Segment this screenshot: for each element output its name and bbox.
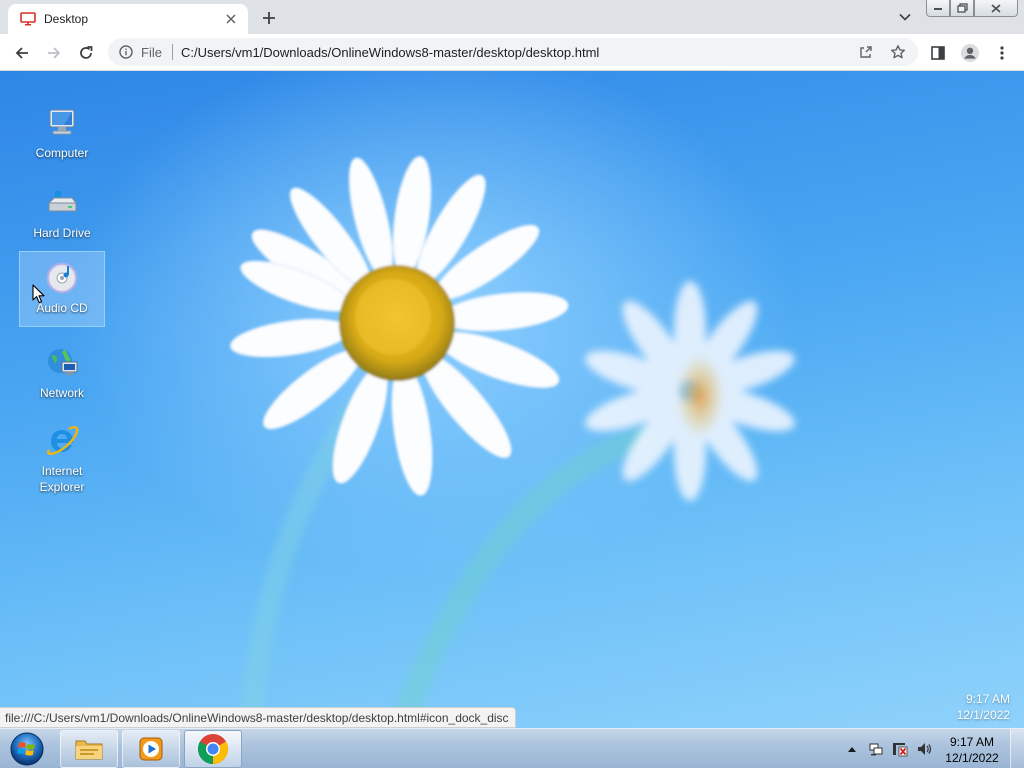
taskbar-file-explorer[interactable]: [60, 730, 118, 768]
show-hidden-icons-icon[interactable]: [840, 737, 864, 761]
scheme-label: File: [141, 44, 162, 60]
show-desktop-button[interactable]: [1010, 729, 1024, 768]
restore-button[interactable]: [950, 0, 974, 17]
desktop-clock: 9:17 AM 12/1/2022: [957, 691, 1010, 723]
system-tray: [840, 729, 936, 768]
tab-title: Desktop: [44, 12, 89, 26]
link-status-bubble: file:///C:/Users/vm1/Downloads/OnlineWin…: [0, 707, 516, 728]
internet-explorer-icon: [44, 423, 80, 459]
minimize-button[interactable]: [926, 0, 950, 17]
close-tab-icon[interactable]: [222, 10, 240, 28]
network-icon: [44, 345, 80, 381]
desktop-icon-hard-drive[interactable]: Hard Drive: [19, 181, 105, 257]
taskbar-clock[interactable]: 9:17 AM 12/1/2022: [936, 734, 1008, 766]
address-bar[interactable]: File C:/Users/vm1/Downloads/OnlineWindow…: [108, 38, 918, 66]
url-text[interactable]: C:/Users/vm1/Downloads/OnlineWindows8-ma…: [181, 45, 599, 60]
start-button[interactable]: [2, 730, 52, 768]
info-icon[interactable]: [119, 45, 133, 59]
network-disconnected-icon[interactable]: [888, 737, 912, 761]
taskbar-clock-date: 12/1/2022: [945, 751, 999, 765]
browser-toolbar: File C:/Users/vm1/Downloads/OnlineWindow…: [0, 34, 1024, 71]
audio-cd-icon: [44, 260, 80, 296]
tab-strip: Desktop: [0, 0, 1024, 34]
forward-icon[interactable]: [40, 39, 68, 67]
desktop-clock-time: 9:17 AM: [965, 692, 1010, 706]
chrome-icon: [197, 734, 229, 764]
desktop-icon-label: Hard Drive: [33, 226, 91, 240]
back-icon[interactable]: [8, 39, 36, 67]
profile-icon[interactable]: [956, 39, 984, 67]
computer-icon: [44, 105, 80, 141]
desktop-icon-label: Computer: [35, 146, 89, 160]
share-icon[interactable]: [854, 38, 878, 66]
bookmark-star-icon[interactable]: [886, 38, 910, 66]
volume-icon[interactable]: [912, 737, 936, 761]
desktop-icon-internet-explorer[interactable]: Internet Explorer: [19, 419, 105, 499]
close-window-button[interactable]: [974, 0, 1018, 17]
monitor-icon: [20, 11, 36, 27]
address-divider: [171, 44, 173, 60]
taskbar-chrome[interactable]: [184, 730, 242, 768]
action-center-flag-icon[interactable]: [864, 737, 888, 761]
taskbar-media-player[interactable]: [122, 730, 180, 768]
hard-drive-icon: [44, 185, 80, 221]
desktop-area[interactable]: Computer Hard Drive Audio CD Network Int…: [0, 71, 1024, 728]
desktop-icon-network[interactable]: Network: [19, 341, 105, 417]
taskbar-clock-time: 9:17 AM: [949, 735, 995, 749]
reload-icon[interactable]: [72, 39, 100, 67]
chevron-down-icon[interactable]: [894, 7, 916, 27]
menu-kebab-icon[interactable]: [988, 39, 1016, 67]
windows-logo-icon: [10, 732, 44, 766]
new-tab-button[interactable]: [256, 6, 282, 30]
side-panel-icon[interactable]: [924, 39, 952, 67]
mouse-pointer-icon: [32, 284, 45, 304]
media-player-icon: [139, 737, 163, 761]
wallpaper-image: [230, 156, 795, 728]
window-controls: [926, 0, 1018, 18]
desktop-clock-date: 12/1/2022: [956, 708, 1010, 722]
desktop-icon-label: Internet Explorer: [39, 464, 85, 494]
taskbar: 9:17 AM 12/1/2022: [0, 728, 1024, 768]
folder-icon: [75, 740, 103, 760]
tab-desktop[interactable]: Desktop: [8, 4, 248, 34]
desktop-icon-label: Network: [39, 386, 84, 400]
desktop-icon-computer[interactable]: Computer: [19, 101, 105, 177]
